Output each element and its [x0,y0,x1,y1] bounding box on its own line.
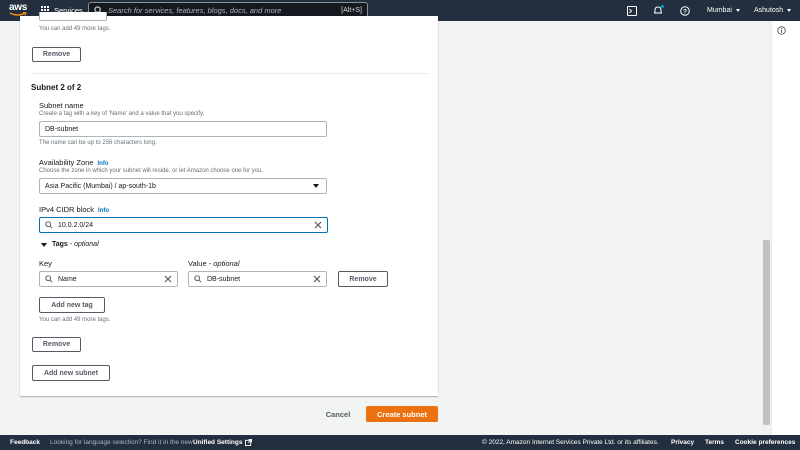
az-label: Availability Zone [39,158,94,167]
caret-down-icon [41,242,47,247]
console-footer: Feedback Looking for language selection?… [0,435,800,450]
tag-value-label: Value [188,259,207,268]
copyright-text: © 2022, Amazon Internet Services Private… [482,439,659,446]
subnet-heading: Subnet 2 of 2 [31,83,82,92]
cidr-input[interactable]: 10.0.2.0/24 [39,217,328,233]
notifications-button[interactable] [653,0,664,21]
tag-value-input[interactable]: DB-subnet [188,271,327,287]
terms-link[interactable]: Terms [705,439,724,446]
privacy-link[interactable]: Privacy [671,439,694,446]
tag-value-value: DB-subnet [207,275,241,283]
info-icon[interactable] [777,26,786,35]
az-select[interactable]: Asia Pacific (Mumbai) / ap-south-1b [39,178,327,194]
az-value: Asia Pacific (Mumbai) / ap-south-1b [45,182,156,190]
scrollbar-thumb[interactable] [763,240,770,425]
chevron-down-icon [787,9,792,12]
prev-more-tags-hint: You can add 49 more tags. [39,26,111,32]
external-link-icon [245,439,253,446]
cidr-info-link[interactable]: Info [98,208,109,214]
tags-title: Tags [52,241,68,248]
tags-expander[interactable]: Tags - optional [41,241,99,248]
svg-text:?: ? [683,8,687,15]
cookie-preferences-link[interactable]: Cookie preferences [735,439,795,446]
unified-settings-link[interactable]: Unified Settings [193,439,253,446]
remove-tag-button[interactable]: Remove [338,271,388,287]
search-icon [194,275,202,283]
tag-key-input[interactable]: Name [39,271,178,287]
search-icon [45,221,53,229]
help-panel-rail [771,21,800,435]
unified-settings-label: Unified Settings [193,439,243,446]
cancel-button[interactable]: Cancel [316,406,360,422]
user-label: Ashutosh [754,7,784,14]
chevron-down-icon [735,9,740,12]
cloudshell-button[interactable] [627,0,637,21]
add-new-subnet-button[interactable]: Add new subnet [32,365,110,381]
help-button[interactable]: ? [680,0,690,21]
subnet-name-limit: The name can be up to 256 characters lon… [39,140,157,146]
terminal-icon [627,5,637,16]
bell-icon [654,5,664,14]
feedback-link[interactable]: Feedback [10,439,40,446]
search-icon [45,275,53,283]
create-subnet-button[interactable]: Create subnet [366,406,438,422]
clear-icon[interactable] [314,221,322,229]
region-label: Mumbai [707,7,732,14]
subnet-name-input[interactable]: DB-subnet [39,121,327,137]
subnet-name-label: Subnet name [39,101,84,110]
add-new-tag-button[interactable]: Add new tag [39,297,105,313]
cidr-value: 10.0.2.0/24 [58,221,94,229]
cidr-label: IPv4 CIDR block [39,205,95,214]
previous-tag-button-fragment [39,12,107,21]
az-label-row: Availability Zone Info [39,158,108,167]
subnet-divider [31,73,430,74]
more-tags-hint: You can add 49 more tags. [39,317,111,323]
language-prompt: Looking for language selection? Find it … [50,439,193,446]
az-info-link[interactable]: Info [97,161,108,167]
tag-value-optional: - optional [208,259,240,268]
help-icon: ? [680,5,690,16]
caret-down-icon [313,184,319,188]
tags-optional: - optional [69,241,99,248]
tag-key-value: Name [58,275,77,283]
search-placeholder: Search for services, features, blogs, do… [108,6,282,15]
account-menu[interactable]: Ashutosh [754,0,792,21]
clear-icon[interactable] [313,275,321,283]
cidr-label-row: IPv4 CIDR block Info [39,205,109,214]
tag-key-label: Key [39,259,52,268]
search-shortcut: [Alt+S] [341,7,362,14]
region-selector[interactable]: Mumbai [707,0,740,21]
clear-icon[interactable] [164,275,172,283]
subnet-name-value: DB-subnet [45,125,79,133]
az-hint: Choose the zone in which your subnet wil… [39,168,264,174]
remove-subnet-button[interactable]: Remove [32,337,81,352]
subnet-name-hint: Create a tag with a key of 'Name' and a … [39,111,205,117]
remove-subnet-1-button[interactable]: Remove [32,47,81,62]
tag-value-label-row: Value - optional [188,259,240,268]
